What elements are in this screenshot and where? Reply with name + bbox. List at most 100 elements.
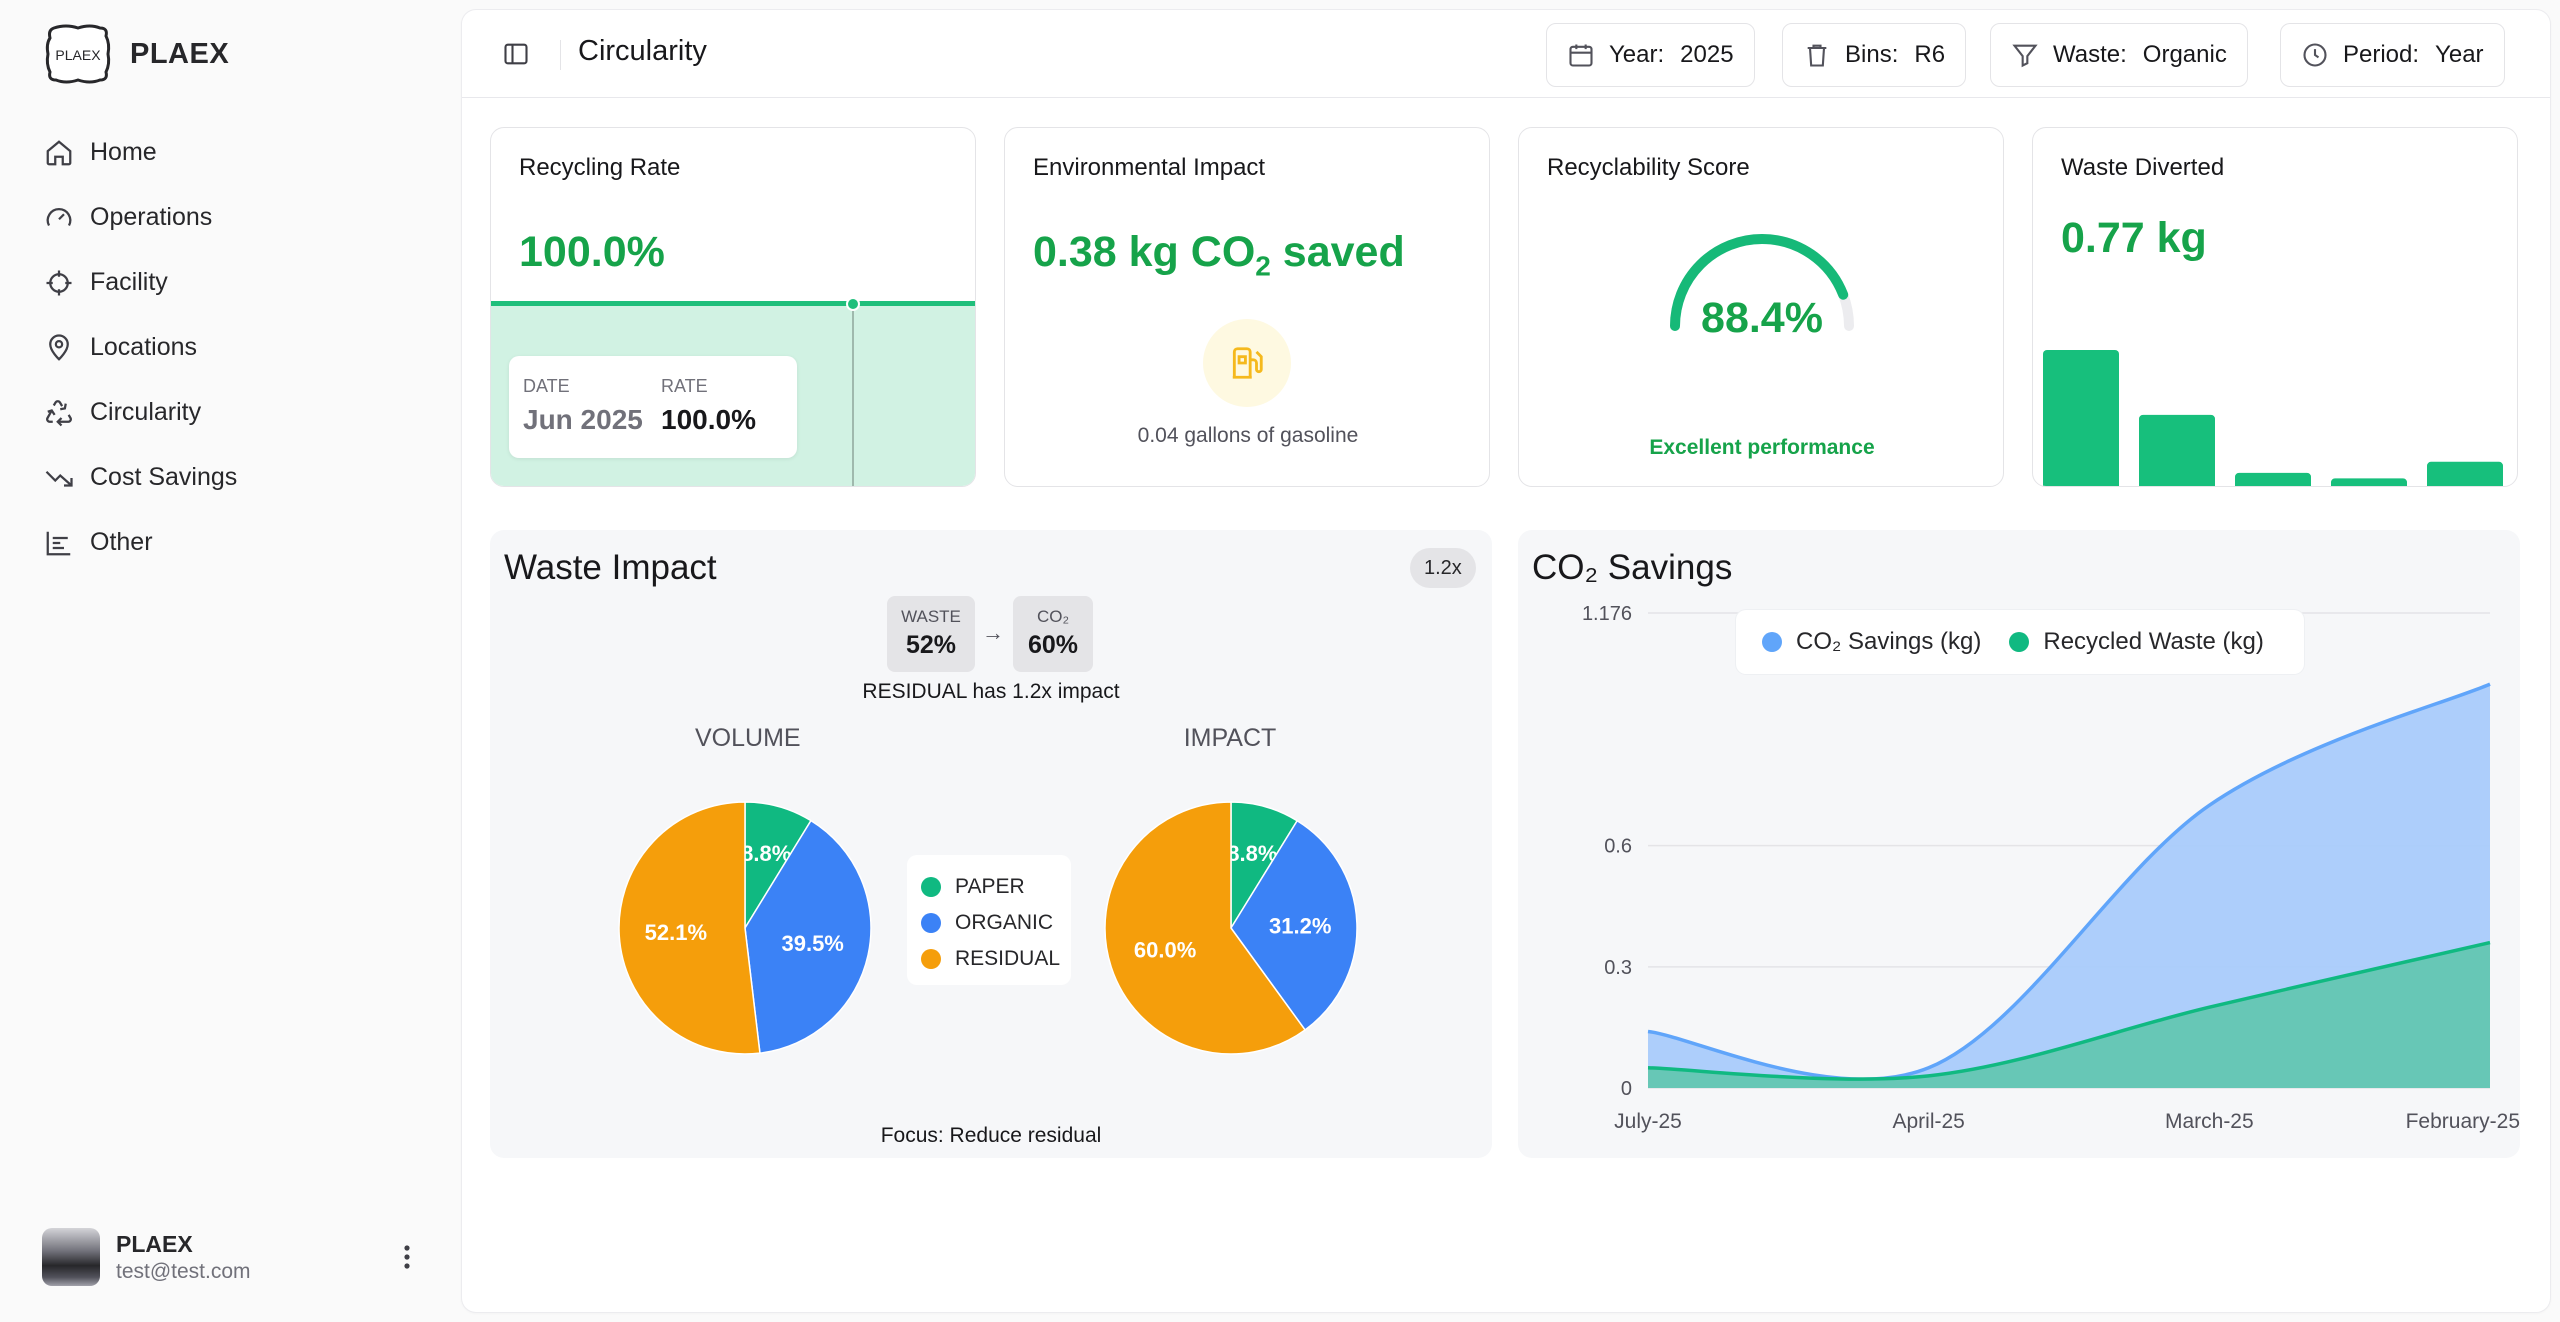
- sidebar-item-locations[interactable]: Locations: [40, 315, 440, 380]
- filter-value: Organic: [2142, 41, 2227, 68]
- cursor-line: [852, 306, 854, 486]
- legend-swatch: [921, 949, 941, 969]
- filter-key: Period:: [2343, 41, 2420, 68]
- waste-diverted-value: 0.77 kg: [2061, 214, 2207, 262]
- x-tick-label: July-25: [1614, 1110, 1682, 1133]
- page-title: Circularity: [578, 35, 707, 67]
- sidebar-item-other[interactable]: Other: [40, 510, 440, 575]
- impact-multiplier-badge: 1.2x: [1410, 548, 1476, 588]
- bins-filter-button[interactable]: Bins: R6: [1782, 23, 1967, 87]
- filter-icon: [2012, 44, 2038, 68]
- divider: [560, 40, 561, 70]
- sidebar-item-label: Operations: [90, 203, 213, 231]
- cursor-dot: [846, 297, 860, 311]
- recycle-icon: [46, 399, 72, 426]
- diverted-bar[interactable]: [2139, 414, 2215, 487]
- sidebar-item-facility[interactable]: Facility: [40, 250, 440, 315]
- sidebar-item-circularity[interactable]: Circularity: [40, 380, 440, 445]
- y-tick-label: 1.176: [1582, 603, 1632, 625]
- legend-item-residual[interactable]: RESIDUAL: [921, 941, 1071, 977]
- trash-icon: [1807, 44, 1827, 67]
- pie-label: 52.1%: [645, 920, 707, 945]
- diverted-bar[interactable]: [2331, 478, 2407, 487]
- legend-label: PAPER: [955, 875, 1025, 898]
- x-tick-label: February-25: [2406, 1110, 2520, 1133]
- pie-label: 60.0%: [1134, 937, 1196, 962]
- svg-text:PLAEX: PLAEX: [55, 47, 101, 63]
- sidebar: PLAEX PLAEX Home Operations Facility Loc…: [0, 0, 462, 1322]
- sidebar-item-cost-savings[interactable]: Cost Savings: [40, 445, 440, 510]
- main-content: Circularity Year: 2025 Bins: R6 Waste: O…: [462, 10, 2550, 1312]
- volume-label: VOLUME: [695, 724, 801, 752]
- sidebar-item-label: Other: [90, 528, 153, 556]
- more-vertical-icon[interactable]: [392, 1237, 422, 1277]
- year-filter-button[interactable]: Year: 2025: [1546, 23, 1755, 87]
- calendar-icon: [1569, 44, 1593, 67]
- legend-swatch: [1762, 632, 1782, 652]
- impact-label: IMPACT: [1183, 724, 1277, 752]
- recycling-rate-value: 100.0%: [519, 228, 665, 276]
- waste-impact-panel: Waste Impact 1.2x WASTE 52% → CO₂ 60% RE…: [490, 530, 1492, 1158]
- user-profile[interactable]: PLAEX test@test.com: [42, 1224, 422, 1290]
- legend-swatch: [2009, 632, 2030, 652]
- sidebar-item-home[interactable]: Home: [40, 120, 440, 185]
- area-legend: CO₂ Savings (kg) Recycled Waste (kg): [1736, 610, 2304, 674]
- filter-key: Year:: [1609, 41, 1665, 68]
- legend-item-recycled[interactable]: Recycled Waste (kg): [2009, 628, 2264, 656]
- diverted-bar[interactable]: [2235, 472, 2311, 487]
- crosshair-icon: [46, 270, 72, 295]
- diverted-bar[interactable]: [2043, 350, 2119, 487]
- sidebar-item-label: Home: [90, 138, 157, 166]
- waste-share-label: WASTE: [901, 607, 961, 626]
- co2-share-label: CO₂: [1036, 607, 1070, 626]
- card-title: Recycling Rate: [519, 154, 681, 181]
- pie-legend: PAPER ORGANIC RESIDUAL: [907, 855, 1071, 985]
- pie-label: 39.5%: [781, 931, 843, 956]
- sidebar-item-label: Facility: [90, 268, 168, 296]
- sidebar-item-operations[interactable]: Operations: [40, 185, 440, 250]
- user-name: PLAEX: [116, 1230, 193, 1257]
- gasoline-equivalent: 0.04 gallons of gasoline: [1137, 424, 1359, 447]
- legend-item-co2[interactable]: CO₂ Savings (kg): [1762, 628, 1981, 656]
- fuel-icon: [1203, 319, 1291, 407]
- filter-value: R6: [1914, 41, 1946, 68]
- legend-label: Recycled Waste (kg): [2043, 628, 2264, 655]
- card-title: Recyclability Score: [1547, 154, 1750, 181]
- co2-saved-value: 0.38 kg CO2 saved: [1033, 228, 1405, 282]
- period-filter-button[interactable]: Period: Year: [2280, 23, 2505, 87]
- legend-item-paper[interactable]: PAPER: [921, 869, 1071, 905]
- arrow-icon: →: [982, 620, 1004, 645]
- sidebar-item-label: Locations: [90, 333, 198, 361]
- tooltip-rate-label: RATE: [661, 376, 708, 396]
- tooltip-date-label: DATE: [523, 376, 570, 396]
- waste-share-value: 52%: [905, 631, 957, 659]
- performance-label: Excellent performance: [1649, 436, 1875, 459]
- plaex-logo-icon: PLAEX: [45, 24, 111, 84]
- sidebar-toggle-icon[interactable]: [496, 34, 536, 74]
- y-tick-label: 0: [1621, 1078, 1632, 1100]
- card-title: Environmental Impact: [1033, 154, 1266, 181]
- volume-pie-chart: 8.8% 39.5% 52.1%: [618, 801, 872, 1055]
- recycling-rate-card: Recycling Rate 100.0% DATE Jun 2025 RATE…: [490, 127, 976, 487]
- legend-label: ORGANIC: [955, 911, 1054, 934]
- diverted-bar[interactable]: [2427, 461, 2503, 487]
- co2-savings-panel: CO₂ Savings 1.176 0.6 0.3 0 July-25 April-25 M…: [1518, 530, 2520, 1158]
- card-title: Waste Diverted: [2061, 154, 2225, 181]
- top-bar: Circularity Year: 2025 Bins: R6 Waste: O…: [462, 10, 2550, 98]
- x-tick-label: March-25: [2165, 1110, 2254, 1133]
- filter-value: Year: [2435, 41, 2484, 68]
- clock-icon: [2303, 43, 2327, 67]
- brand[interactable]: PLAEX PLAEX: [44, 22, 229, 86]
- legend-item-organic[interactable]: ORGANIC: [921, 905, 1071, 941]
- x-tick-label: April-25: [1892, 1110, 1964, 1133]
- environmental-impact-card: Environmental Impact 0.38 kg CO2 saved 0…: [1004, 127, 1490, 487]
- legend-swatch: [921, 877, 941, 897]
- sidebar-nav: Home Operations Facility Locations Circu…: [40, 120, 440, 575]
- home-icon: [46, 139, 72, 165]
- pie-label: 31.2%: [1269, 913, 1331, 938]
- recyclability-score-value: 88.4%: [1701, 294, 1823, 342]
- waste-filter-button[interactable]: Waste: Organic: [1990, 23, 2248, 87]
- waste-share-box: WASTE 52%: [887, 596, 975, 672]
- map-pin-icon: [49, 333, 69, 361]
- sidebar-item-label: Circularity: [90, 398, 202, 426]
